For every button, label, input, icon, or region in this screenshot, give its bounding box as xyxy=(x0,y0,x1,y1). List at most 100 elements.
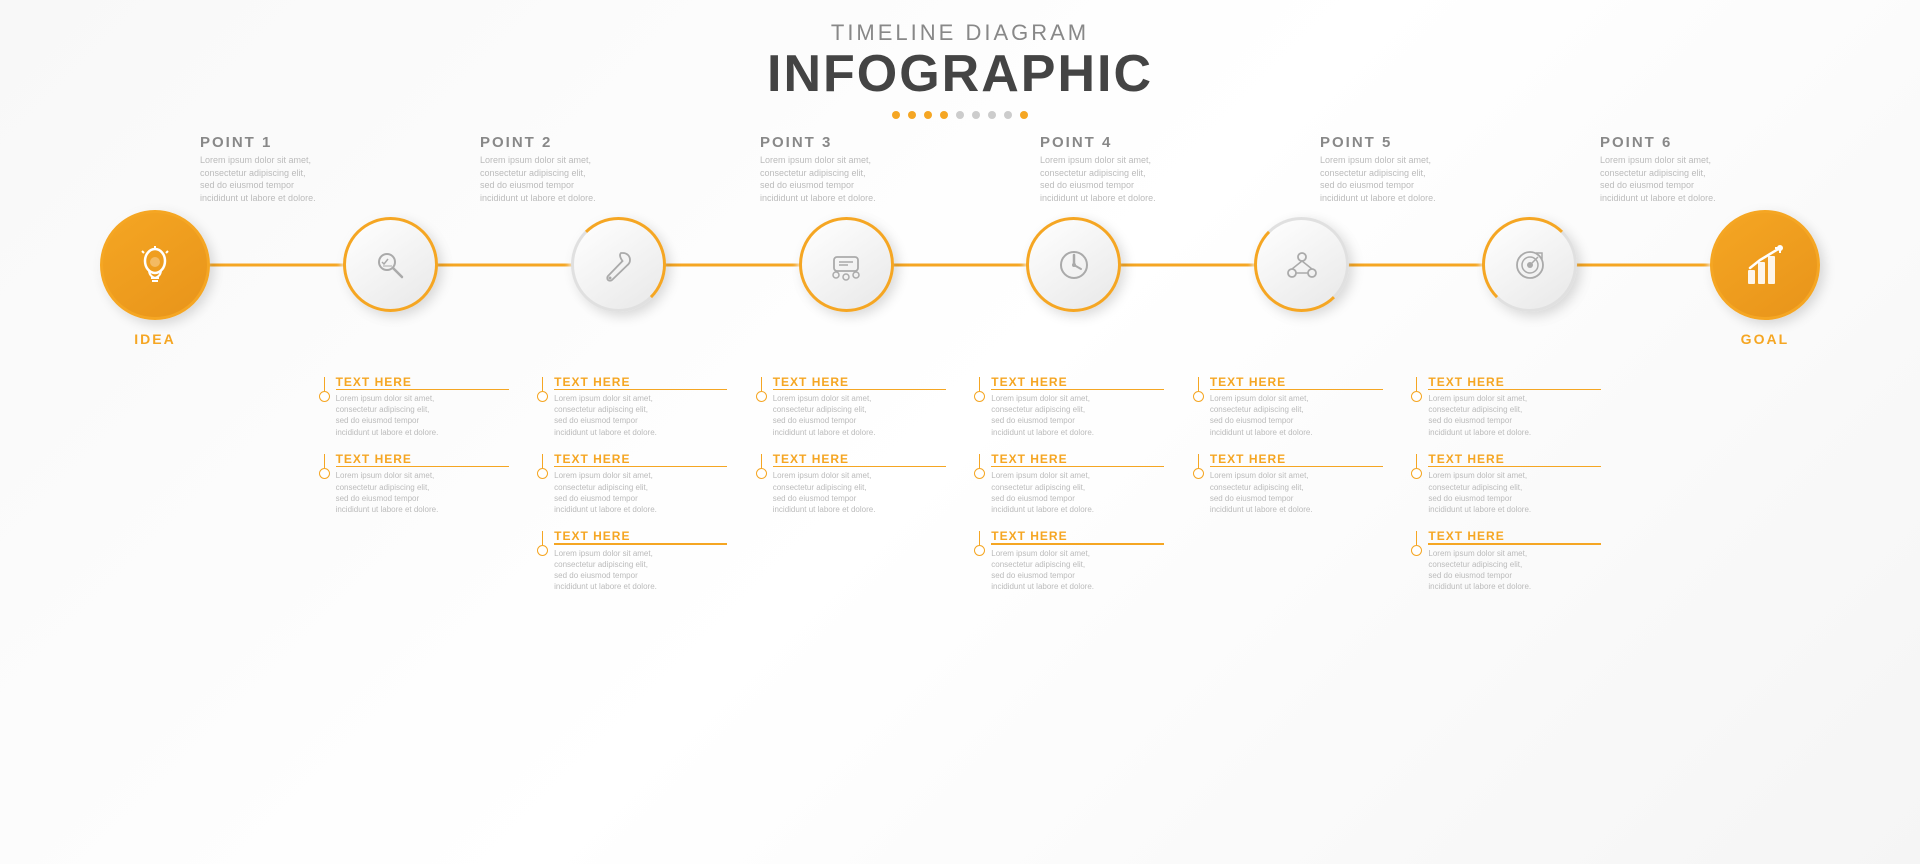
col4-item2-lorem: Lorem ipsum dolor sit amet,consectetur a… xyxy=(991,470,1164,515)
point-5-block: POINT 5 Lorem ipsum dolor sit amet,conse… xyxy=(1320,134,1520,204)
col4-item1-lorem: Lorem ipsum dolor sit amet,consectetur a… xyxy=(991,393,1164,438)
col3-item2-lorem: Lorem ipsum dolor sit amet,consectetur a… xyxy=(773,470,946,515)
point-1-title: POINT 1 xyxy=(200,134,400,151)
connector-line xyxy=(1416,531,1417,545)
point-5-title: POINT 5 xyxy=(1320,134,1520,151)
point-1-block: POINT 1 Lorem ipsum dolor sit amet,conse… xyxy=(200,134,400,204)
col2-item1-lorem: Lorem ipsum dolor sit amet,consectetur a… xyxy=(554,393,727,438)
point2-circle xyxy=(571,217,666,312)
connector-line xyxy=(324,454,325,468)
connector-line xyxy=(979,531,980,545)
timeline-area: POINT 1 Lorem ipsum dolor sit amet,conse… xyxy=(40,134,1880,592)
connector-dot xyxy=(756,391,767,402)
header-subtitle: Timeline Diagram xyxy=(40,20,1880,46)
col2-item1: TEXT HERE Lorem ipsum dolor sit amet,con… xyxy=(537,375,727,438)
column-2: TEXT HERE Lorem ipsum dolor sit amet,con… xyxy=(537,375,727,593)
underline xyxy=(1210,389,1383,391)
spacer-goal xyxy=(1630,375,1820,593)
col4-item2-content: TEXT HERE Lorem ipsum dolor sit amet,con… xyxy=(991,452,1164,515)
col1-connector1 xyxy=(319,375,330,402)
col1-item2-lorem: Lorem ipsum dolor sit amet,consectetur a… xyxy=(336,470,509,515)
header-dots xyxy=(40,111,1880,119)
col1-item2-content: TEXT HERE Lorem ipsum dolor sit amet,con… xyxy=(336,452,509,515)
point-3-lorem: Lorem ipsum dolor sit amet,consectetur a… xyxy=(760,154,960,204)
connector-line xyxy=(1198,377,1199,391)
col2-connector1 xyxy=(537,375,548,402)
col6-item1-title: TEXT HERE xyxy=(1428,375,1601,389)
underline xyxy=(991,466,1164,468)
connector-line xyxy=(979,377,980,391)
connector-dot xyxy=(319,391,330,402)
col1-connector2 xyxy=(319,452,330,479)
connector-line xyxy=(761,454,762,468)
clock-icon xyxy=(1054,245,1094,285)
col2-item1-title: TEXT HERE xyxy=(554,375,727,389)
point-6-lorem: Lorem ipsum dolor sit amet,consectetur a… xyxy=(1600,154,1800,204)
connector-dot xyxy=(1193,391,1204,402)
goal-icon xyxy=(1740,240,1790,290)
col1-item1-content: TEXT HERE Lorem ipsum dolor sit amet,con… xyxy=(336,375,509,438)
col2-item3-content: TEXT HERE Lorem ipsum dolor sit amet,con… xyxy=(554,529,727,592)
dot-3 xyxy=(924,111,932,119)
connector-dot xyxy=(1411,545,1422,556)
col6-item2: TEXT HERE Lorem ipsum dolor sit amet,con… xyxy=(1411,452,1601,515)
col2-connector2 xyxy=(537,452,548,479)
underline xyxy=(773,389,946,391)
col2-item2-title: TEXT HERE xyxy=(554,452,727,466)
col4-connector3 xyxy=(974,529,985,556)
point-2-title: POINT 2 xyxy=(480,134,680,151)
underline xyxy=(1428,466,1601,468)
idea-label: IDEA xyxy=(134,331,175,347)
point3-circle xyxy=(799,217,894,312)
col5-connector2 xyxy=(1193,452,1204,479)
col2-connector3 xyxy=(537,529,548,556)
underline xyxy=(991,389,1164,391)
connector-dot xyxy=(537,391,548,402)
underline xyxy=(336,389,509,391)
col3-item1: TEXT HERE Lorem ipsum dolor sit amet,con… xyxy=(756,375,946,438)
connector-line xyxy=(761,377,762,391)
circles-row: IDEA xyxy=(40,210,1880,320)
header: Timeline Diagram INFOGRAPHIC xyxy=(40,20,1880,119)
point-6-block: POINT 6 Lorem ipsum dolor sit amet,conse… xyxy=(1600,134,1800,204)
connector-dot xyxy=(537,545,548,556)
col4-item3-content: TEXT HERE Lorem ipsum dolor sit amet,con… xyxy=(991,529,1164,592)
col4-connector1 xyxy=(974,375,985,402)
underline xyxy=(1428,389,1601,391)
col6-item1: TEXT HERE Lorem ipsum dolor sit amet,con… xyxy=(1411,375,1601,438)
header-title: INFOGRAPHIC xyxy=(40,46,1880,103)
col6-item3-title: TEXT HERE xyxy=(1428,529,1601,543)
col5-item2-lorem: Lorem ipsum dolor sit amet,consectetur a… xyxy=(1210,470,1383,515)
col4-item3: TEXT HERE Lorem ipsum dolor sit amet,con… xyxy=(974,529,1164,592)
col3-item2: TEXT HERE Lorem ipsum dolor sit amet,con… xyxy=(756,452,946,515)
connector-dot xyxy=(756,468,767,479)
col2-item3-lorem: Lorem ipsum dolor sit amet,consectetur a… xyxy=(554,548,727,593)
page-container: Timeline Diagram INFOGRAPHIC POINT 1 Lor… xyxy=(0,0,1920,864)
connector-line xyxy=(542,531,543,545)
target-icon xyxy=(1510,245,1550,285)
col6-item3: TEXT HERE Lorem ipsum dolor sit amet,con… xyxy=(1411,529,1601,592)
underline xyxy=(773,466,946,468)
column-5: TEXT HERE Lorem ipsum dolor sit amet,con… xyxy=(1193,375,1383,593)
col5-item1-title: TEXT HERE xyxy=(1210,375,1383,389)
col5-item2: TEXT HERE Lorem ipsum dolor sit amet,con… xyxy=(1193,452,1383,515)
col5-item1-content: TEXT HERE Lorem ipsum dolor sit amet,con… xyxy=(1210,375,1383,438)
col3-item1-title: TEXT HERE xyxy=(773,375,946,389)
connector-dot xyxy=(974,468,985,479)
point-3-title: POINT 3 xyxy=(760,134,960,151)
connector-line xyxy=(979,454,980,468)
col6-item1-content: TEXT HERE Lorem ipsum dolor sit amet,con… xyxy=(1428,375,1601,438)
col3-item2-title: TEXT HERE xyxy=(773,452,946,466)
underline xyxy=(554,389,727,391)
connector-dot xyxy=(974,545,985,556)
connector-line xyxy=(542,377,543,391)
point-6-title: POINT 6 xyxy=(1600,134,1800,151)
col6-connector3 xyxy=(1411,529,1422,556)
col1-item2: TEXT HERE Lorem ipsum dolor sit amet,con… xyxy=(319,452,509,515)
point1-circle xyxy=(343,217,438,312)
column-6: TEXT HERE Lorem ipsum dolor sit amet,con… xyxy=(1411,375,1601,593)
wrench-icon xyxy=(598,245,638,285)
col6-item2-lorem: Lorem ipsum dolor sit amet,consectetur a… xyxy=(1428,470,1601,515)
search-analytics-icon xyxy=(370,245,410,285)
col5-item1-lorem: Lorem ipsum dolor sit amet,consectetur a… xyxy=(1210,393,1383,438)
